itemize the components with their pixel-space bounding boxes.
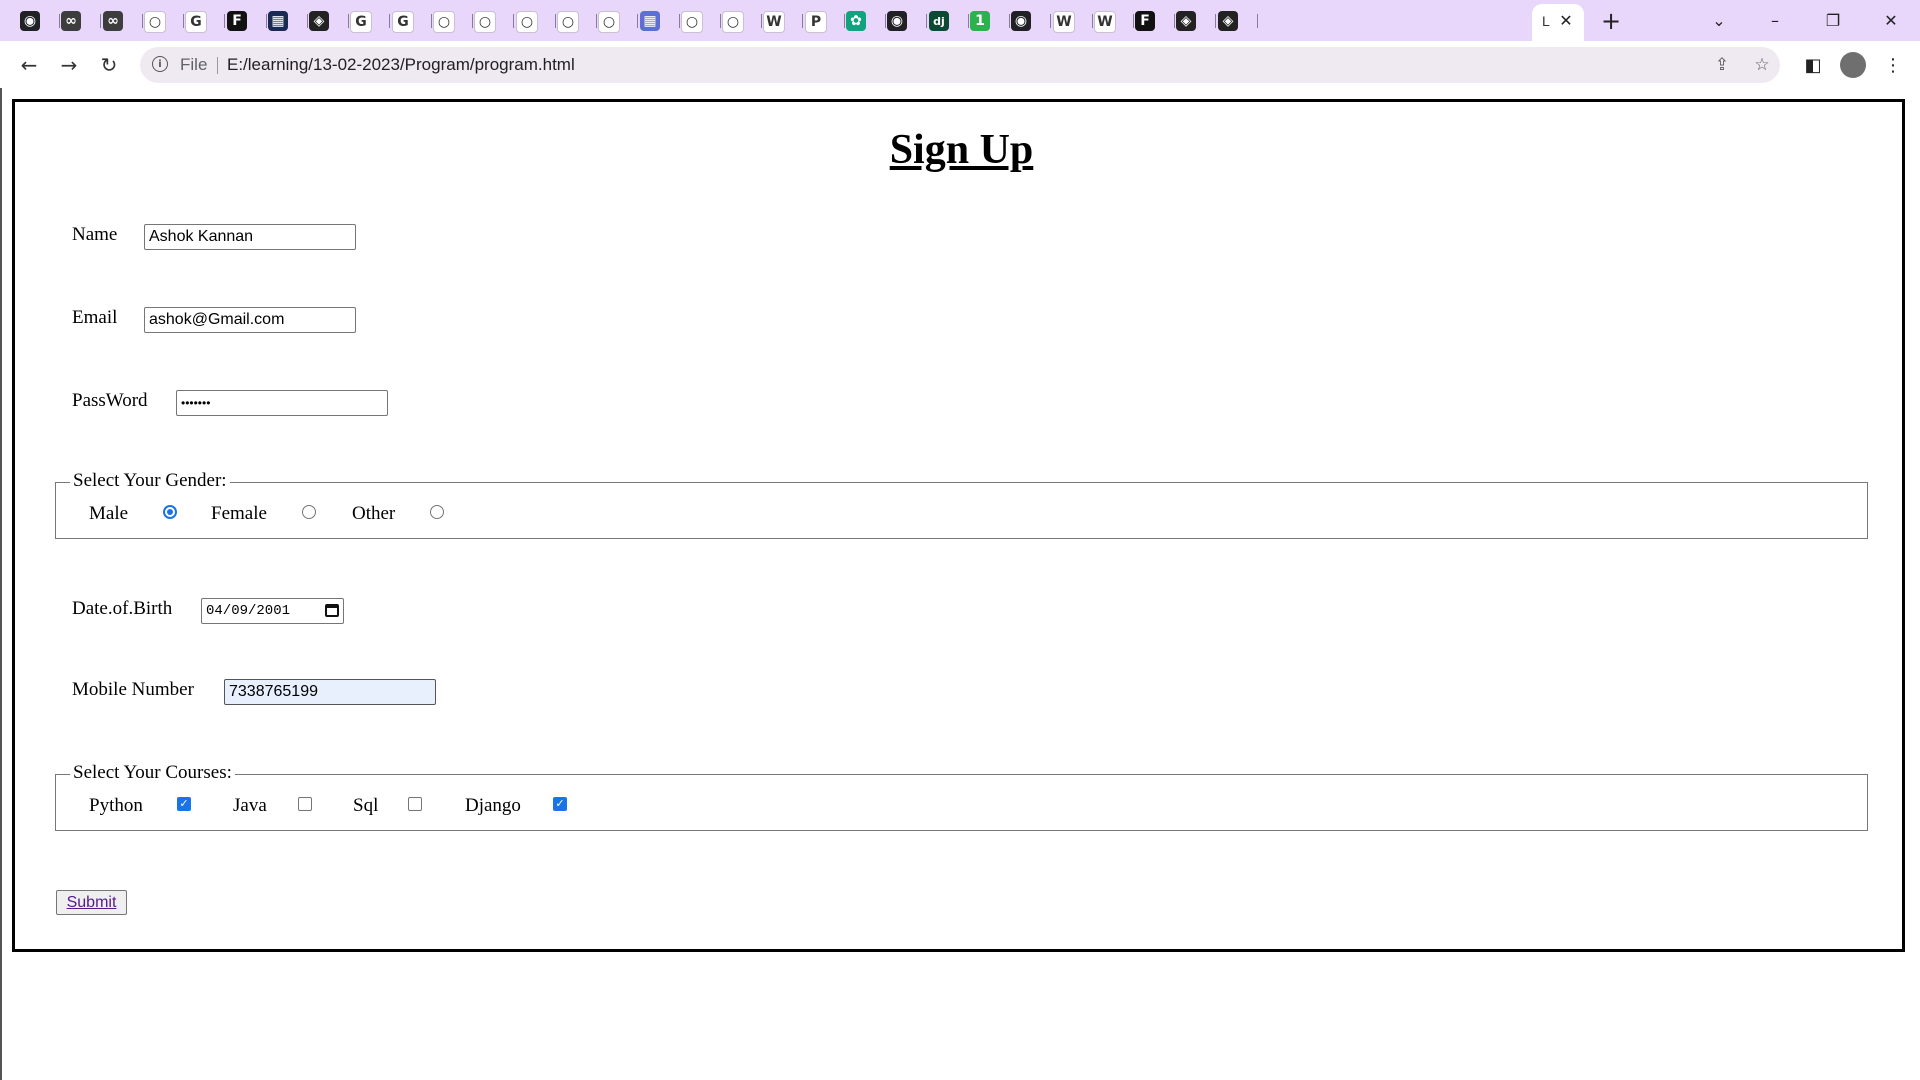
pinned-tab[interactable]: ◈ xyxy=(1212,9,1260,33)
dob-date-field[interactable]: 04/09/2001 xyxy=(201,598,344,624)
tab-divider xyxy=(1257,14,1258,28)
course-java-checkbox[interactable] xyxy=(298,797,312,811)
email-label: Email xyxy=(72,307,118,328)
profile-avatar[interactable] xyxy=(1837,49,1869,81)
courses-fieldset: Select Your Courses: Python ✓ Java Sql D… xyxy=(55,762,1868,831)
github-icon: ○ xyxy=(598,11,620,33)
reload-button[interactable]: ↻ xyxy=(93,49,125,81)
gender-legend: Select Your Gender: xyxy=(70,470,230,492)
menu-kebab-icon[interactable]: ⋮ xyxy=(1877,49,1909,81)
pinned-tab[interactable]: W xyxy=(757,9,805,33)
gender-fieldset: Select Your Gender: Male Female Other xyxy=(55,470,1868,539)
pinned-tab[interactable]: ∞ xyxy=(55,9,103,33)
github-icon: ○ xyxy=(557,11,579,33)
w-icon: W xyxy=(763,11,785,33)
infinity-icon: ∞ xyxy=(103,11,123,31)
course-python-checkbox[interactable]: ✓ xyxy=(177,797,191,811)
window-edge xyxy=(0,88,2,1080)
scheme-label: File xyxy=(180,55,208,74)
f-icon: F xyxy=(1135,11,1155,31)
name-label: Name xyxy=(72,224,118,245)
globe-icon: ◉ xyxy=(887,11,907,31)
url-text[interactable]: E:/learning/13-02-2023/Program/program.h… xyxy=(227,55,575,75)
address-bar[interactable]: i File E:/learning/13-02-2023/Program/pr… xyxy=(140,47,1780,83)
bookmark-star-icon[interactable]: ☆ xyxy=(1750,53,1774,77)
dark-app-icon: ▦ xyxy=(268,11,288,31)
gender-option-female-label: Female xyxy=(211,503,267,524)
gender-option-other-label: Other xyxy=(352,503,396,524)
course-python-label: Python xyxy=(89,795,143,816)
tab-strip: ◉ ∞ ∞ ○ G F ▦ ◈ G G ○ ○ ○ ○ ○ ▦ ○ ○ W P ✿ ◉ dj 1 ◉ W W F ◈ ◈ L ✕ + ⌄ … xyxy=(0,0,1920,41)
mobile-field[interactable]: 7338765199 xyxy=(224,679,436,705)
name-field[interactable]: Ashok Kannan xyxy=(144,224,356,250)
django-icon: dj xyxy=(929,11,949,31)
back-button[interactable]: ← xyxy=(13,49,45,81)
mobile-label: Mobile Number xyxy=(72,679,194,700)
page-title: Sign Up xyxy=(889,127,1034,173)
gender-radio-other[interactable] xyxy=(430,505,444,519)
course-sql-checkbox[interactable] xyxy=(408,797,422,811)
globe-icon: ◉ xyxy=(20,11,40,31)
github-icon: ○ xyxy=(681,11,703,33)
forward-button[interactable]: → xyxy=(53,49,85,81)
course-java-label: Java xyxy=(233,795,267,816)
omnibox-divider xyxy=(217,57,218,74)
dob-value: 04/09/2001 xyxy=(206,603,291,619)
course-sql-label: Sql xyxy=(353,795,379,816)
openai-icon: ✿ xyxy=(846,11,866,31)
pinned-tab[interactable]: ◈ xyxy=(1170,9,1218,33)
pinned-tab[interactable]: ◉ xyxy=(881,9,929,33)
github-icon: ○ xyxy=(722,11,744,33)
infinity-icon: ∞ xyxy=(61,11,81,31)
submit-button[interactable]: Submit xyxy=(56,890,127,915)
pinned-tab[interactable]: G xyxy=(344,9,392,33)
w-icon: W xyxy=(1094,11,1116,33)
active-tab[interactable]: L ✕ xyxy=(1532,4,1584,41)
gender-option-male-label: Male xyxy=(89,503,129,524)
github-icon: ○ xyxy=(474,11,496,33)
github-icon: ○ xyxy=(433,11,455,33)
gender-radio-female[interactable] xyxy=(302,505,316,519)
codepen-icon: ◈ xyxy=(1218,11,1238,31)
gender-radio-male[interactable] xyxy=(163,505,177,519)
github-icon: ○ xyxy=(144,11,166,33)
side-panel-icon[interactable]: ◧ xyxy=(1797,49,1829,81)
close-window-button[interactable]: ✕ xyxy=(1868,6,1914,34)
calendar-icon[interactable] xyxy=(325,604,339,617)
grid-icon: ▦ xyxy=(640,11,660,31)
w-icon: W xyxy=(1053,11,1075,33)
avatar xyxy=(1840,52,1866,78)
codepen-icon: ◈ xyxy=(1176,11,1196,31)
dob-label: Date.of.Birth xyxy=(72,598,173,619)
share-icon[interactable]: ⇪ xyxy=(1710,53,1734,77)
email-field[interactable]: ashok@Gmail.com xyxy=(144,307,356,333)
pinned-tab[interactable]: ◉ xyxy=(1005,9,1053,33)
pinned-tab[interactable]: ○ xyxy=(468,9,516,33)
courses-legend: Select Your Courses: xyxy=(70,762,235,784)
signup-form: Sign Up Name Ashok Kannan Email ashok@Gm… xyxy=(12,99,1905,952)
f-icon: F xyxy=(227,11,247,31)
course-django-checkbox[interactable]: ✓ xyxy=(553,797,567,811)
pinned-tab[interactable]: G xyxy=(179,9,227,33)
pinned-tab[interactable]: ○ xyxy=(592,9,640,33)
github-icon: ○ xyxy=(516,11,538,33)
minimize-button[interactable]: – xyxy=(1752,6,1798,34)
browser-toolbar: ← → ↻ i File E:/learning/13-02-2023/Prog… xyxy=(0,41,1920,88)
new-tab-button[interactable]: + xyxy=(1598,7,1624,35)
globe-icon: ◉ xyxy=(1011,11,1031,31)
google-icon: G xyxy=(185,11,207,33)
password-field[interactable]: ••••••• xyxy=(176,390,388,416)
one-icon: 1 xyxy=(970,11,990,31)
codepen-icon: ◈ xyxy=(309,11,329,31)
google-icon: G xyxy=(350,11,372,33)
active-tab-title: L xyxy=(1542,13,1550,29)
p-icon: P xyxy=(805,11,827,33)
tab-search-icon[interactable]: ⌄ xyxy=(1696,6,1742,34)
site-info-icon[interactable]: i xyxy=(152,56,168,72)
google-icon: G xyxy=(392,11,414,33)
restore-button[interactable]: ❐ xyxy=(1810,6,1856,34)
close-tab-icon[interactable]: ✕ xyxy=(1556,10,1576,30)
course-django-label: Django xyxy=(465,795,521,816)
password-label: PassWord xyxy=(72,390,148,411)
